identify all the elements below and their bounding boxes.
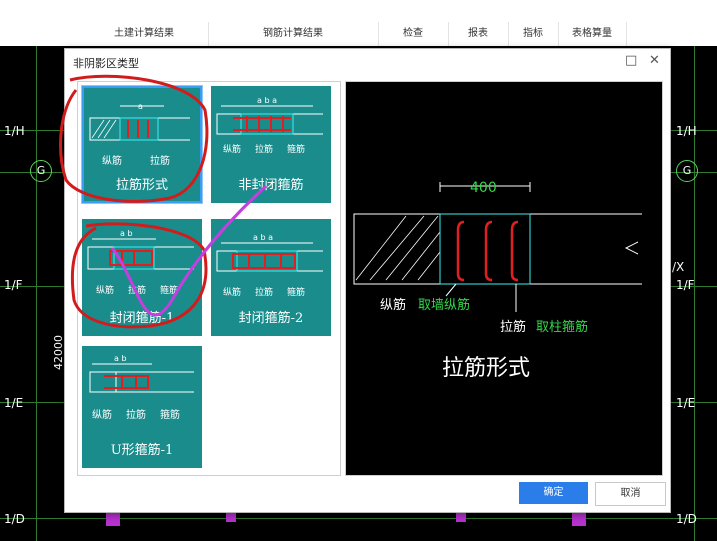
tile-part-label: 拉筋 [255, 145, 274, 155]
preview-caption: 拉筋形式 [442, 356, 531, 381]
tile-part-label: 纵筋 [223, 145, 242, 155]
grid-line [36, 46, 37, 541]
tile-label: 封闭箍筋-2 [238, 311, 304, 326]
axis-label-left: 1/D [4, 512, 25, 526]
ok-button[interactable]: 确定 [519, 482, 588, 504]
tile-dim-label: a b [120, 229, 133, 238]
axis-label-left: 1/H [4, 124, 25, 138]
tile-part-label: 箍筋 [160, 410, 180, 421]
tile-part-label: 拉筋 [150, 156, 170, 167]
tile-part-label: 拉筋 [126, 410, 146, 421]
tie-form-preview-diagram-icon: 400 [353, 180, 642, 312]
tab-indicator[interactable]: 指标 [508, 22, 559, 46]
app-top-bar: 土建计算结果 钢筋计算结果 检查 报表 指标 表格算量 ▾ [0, 0, 717, 64]
column-marker [572, 512, 586, 526]
tile-part-label: 纵筋 [223, 288, 242, 298]
tile-dim-label: a b a [257, 96, 277, 105]
tab-report[interactable]: 报表 [448, 22, 509, 46]
tile-part-label: 纵筋 [96, 286, 115, 296]
tile-part-label: 拉筋 [128, 286, 147, 296]
tab-civil-results[interactable]: 土建计算结果 [80, 22, 209, 46]
axis-label-right: 1/E [676, 396, 696, 410]
tile-tie-form[interactable]: a 纵筋 拉筋 拉筋形式 [81, 85, 203, 204]
tile-part-label: 纵筋 [102, 156, 122, 167]
shadow-zone-type-dialog: 非阴影区类型 □ ✕ a 纵筋 拉筋 拉筋形式 a b a 纵筋 拉筋 箍筋 非… [64, 48, 671, 513]
grid-line [694, 46, 695, 541]
dialog-title: 非阴影区类型 [73, 57, 139, 70]
column-marker [226, 512, 236, 522]
close-icon[interactable]: ✕ [649, 53, 660, 68]
tab-check[interactable]: 检查 [378, 22, 449, 46]
preview-tie-source: 取柱箍筋 [536, 320, 589, 335]
maximize-icon[interactable]: □ [625, 53, 637, 68]
preview-bar-label: 纵筋 [380, 298, 407, 313]
tile-label: 非封闭箍筋 [238, 178, 304, 193]
tile-part-label: 纵筋 [92, 410, 112, 421]
tile-dim-label: a b [114, 354, 127, 363]
tab-rebar-results[interactable]: 钢筋计算结果 [208, 22, 379, 46]
tile-part-label: 箍筋 [287, 288, 306, 298]
axis-label-right: 1/F [676, 278, 695, 292]
tile-dim-label: a b a [253, 233, 273, 242]
tile-closed-stirrup-2[interactable]: a b a 纵筋 拉筋 箍筋 封闭箍筋-2 [211, 219, 331, 336]
preview-dimension: 400 [470, 180, 497, 196]
axis-label-left: 1/E [4, 396, 24, 410]
cancel-button[interactable]: 取消 [595, 482, 666, 506]
axis-label-right: 1/D [676, 512, 697, 526]
column-marker [106, 512, 120, 526]
type-gallery: a 纵筋 拉筋 拉筋形式 a b a 纵筋 拉筋 箍筋 非封闭箍筋 a b 纵筋… [77, 81, 341, 476]
preview-tie-label: 拉筋 [500, 320, 527, 335]
axis-bubble-right: G [676, 160, 698, 182]
preview-panel: 400 纵筋 取墙纵筋 拉筋 取柱箍筋 拉筋形式 [345, 81, 663, 476]
preview-bar-source: 取墙纵筋 [418, 298, 471, 313]
tile-non-closed-stirrup[interactable]: a b a 纵筋 拉筋 箍筋 非封闭箍筋 [211, 86, 331, 203]
axis-label-left: 1/F [4, 278, 23, 292]
tile-dim-label: a [138, 102, 143, 111]
tile-label: U形箍筋-1 [110, 443, 174, 458]
tile-part-label: 箍筋 [287, 145, 306, 155]
axis-bubble-left: G [30, 160, 52, 182]
tile-closed-stirrup-1[interactable]: a b 纵筋 拉筋 箍筋 封闭箍筋-1 [82, 219, 202, 336]
tile-label: 封闭箍筋-1 [109, 311, 175, 326]
tab-table-quantity[interactable]: 表格算量 [558, 22, 627, 46]
tile-part-label: 箍筋 [160, 286, 179, 296]
axis-label-right: 1/H [676, 124, 697, 138]
tile-part-label: 拉筋 [255, 288, 274, 298]
column-marker [456, 512, 466, 522]
tile-u-stirrup-1[interactable]: a b 纵筋 拉筋 箍筋 U形箍筋-1 [82, 346, 202, 468]
tile-label: 拉筋形式 [115, 178, 168, 193]
axis-label-right: /X [672, 260, 685, 274]
